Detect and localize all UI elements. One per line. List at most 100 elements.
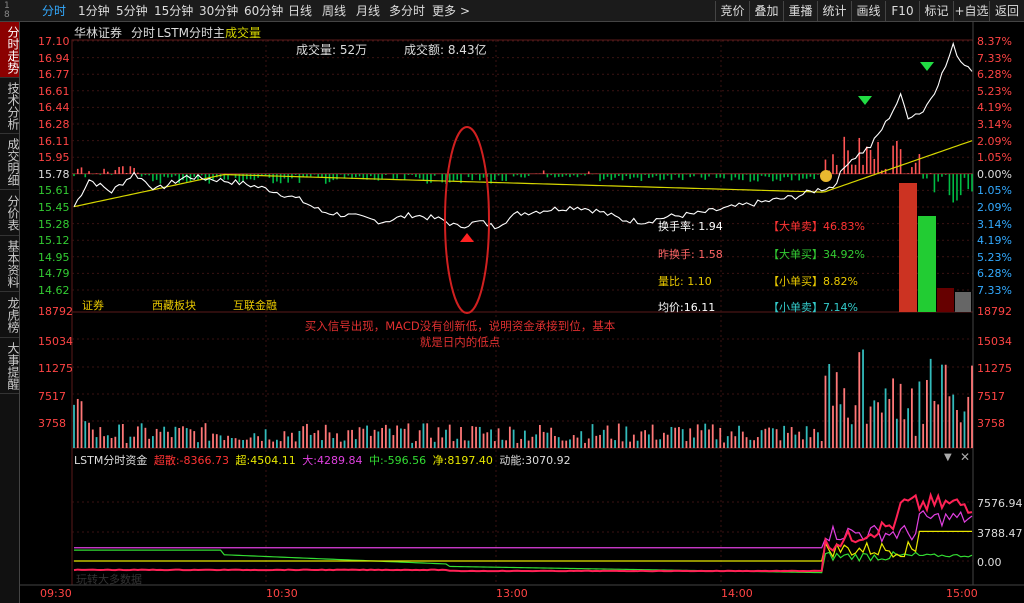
annotation-text: 买入信号出现，MACD没有创新低，说明资金承接到位，基本就是日内的低点 xyxy=(304,319,616,349)
mid-label: 中: xyxy=(368,454,384,467)
small-buy-stat: 【小单买】8.82% xyxy=(768,275,858,288)
percent-tick-4: 4.19% xyxy=(977,101,1012,115)
price-tick-2: 16.77 xyxy=(38,68,70,82)
fund-tick-0: 7576.94 xyxy=(977,497,1023,510)
turnover-stat: 换手率: 1.94 xyxy=(658,220,723,233)
volume-tick-left-3: 7517 xyxy=(38,390,66,403)
indicator-label: LSTM分时主 xyxy=(157,26,225,40)
fund-panel-frame xyxy=(71,447,974,586)
percent-tick-14: 6.28% xyxy=(977,267,1012,281)
volume-tick-left-4: 3758 xyxy=(38,417,66,430)
fund-panel-header: LSTM分时资金 超散:-8366.73 超:4504.11 大:4289.84… xyxy=(74,452,571,468)
chart-mode-label: 分时 xyxy=(131,26,156,40)
price-tick-7: 15.95 xyxy=(38,151,70,165)
mid-value: -596.56 xyxy=(383,454,427,467)
price-tick-4: 16.44 xyxy=(38,101,70,115)
fund-line-net xyxy=(73,491,973,573)
price-panel-frame xyxy=(71,39,974,313)
small-sell-stat: 【小单卖】7.14% xyxy=(768,301,858,314)
percent-tick-8: 0.00% xyxy=(977,167,1012,181)
percent-tick-9: 1.05% xyxy=(977,184,1012,198)
volume-tick-left-0: 18792 xyxy=(38,305,73,318)
volume-tick-right-3: 7517 xyxy=(977,390,1005,403)
percent-tick-0: 8.37% xyxy=(977,35,1012,48)
percent-tick-13: 5.23% xyxy=(977,250,1012,264)
price-tick-9: 15.61 xyxy=(38,184,70,198)
big-buy-stat: 【大单买】34.92% xyxy=(768,248,865,261)
watermark-text: 玩转大多数据 xyxy=(76,573,142,586)
price-tick-6: 16.11 xyxy=(38,134,70,148)
percent-tick-15: 7.33% xyxy=(977,284,1012,297)
time-tick-2: 13:00 xyxy=(496,587,528,600)
big-value: 4289.84 xyxy=(316,454,363,467)
big-buy-bar xyxy=(918,216,936,312)
time-tick-0: 09:30 xyxy=(40,587,72,600)
big-sell-bar xyxy=(899,183,917,312)
super-label: 超: xyxy=(235,454,251,467)
net-value: 8197.40 xyxy=(447,454,493,467)
dropdown-arrow-icon[interactable]: ▼ xyxy=(944,452,952,463)
fund-line-big xyxy=(74,510,973,549)
percent-tick-7: 1.05% xyxy=(977,151,1012,165)
price-tick-14: 14.79 xyxy=(38,267,70,281)
price-tick-15: 14.62 xyxy=(38,284,70,297)
small-buy-bar xyxy=(937,288,954,312)
app-window: 1 8 分时 1分钟 5分钟 15分钟 30分钟 60分钟 日线 周线 月线 多… xyxy=(0,0,1024,603)
stock-name: 华林证券 xyxy=(74,26,123,40)
sector-tag-tibet[interactable]: 西藏板块 xyxy=(152,297,196,313)
percent-tick-1: 7.33% xyxy=(977,51,1012,65)
sell-signal-marker xyxy=(858,96,872,105)
highlight-ellipse xyxy=(444,126,490,314)
price-tick-10: 15.45 xyxy=(38,201,70,214)
volume-tick-right-4: 3758 xyxy=(977,417,1005,430)
power-value: 3070.92 xyxy=(525,454,571,467)
volume-tick-left-2: 11275 xyxy=(38,362,73,375)
price-tick-5: 16.28 xyxy=(38,118,70,131)
big-label: 大: xyxy=(302,454,317,467)
small-sell-bar xyxy=(955,292,971,312)
power-label: 动能: xyxy=(499,454,526,467)
volume-ratio-stat: 量比: 1.10 xyxy=(658,275,712,288)
sell-signal-marker-2 xyxy=(920,62,934,71)
super-value: 4504.11 xyxy=(250,454,296,467)
buy-signal-marker xyxy=(460,233,474,242)
amount-summary: 成交额: 8.43亿 xyxy=(404,43,487,57)
price-tick-3: 16.61 xyxy=(38,84,70,98)
volume-tick-right-2: 11275 xyxy=(977,362,1012,375)
coin-icon xyxy=(820,170,832,182)
price-tick-0: 17.10 xyxy=(38,35,70,48)
fund-tick-1: 3788.47 xyxy=(977,527,1023,540)
prev-turnover-stat: 昨换手: 1.58 xyxy=(658,248,723,261)
price-tick-13: 14.95 xyxy=(38,250,70,264)
price-tick-8: 15.78 xyxy=(38,167,70,181)
fund-line-super xyxy=(74,530,972,562)
volume-tick-right-1: 15034 xyxy=(977,335,1012,348)
percent-tick-12: 4.19% xyxy=(977,234,1012,248)
sector-tag-securities[interactable]: 证券 xyxy=(82,297,104,313)
big-sell-stat: 【大单卖】46.83% xyxy=(768,220,865,233)
close-icon[interactable]: ✕ xyxy=(960,450,970,464)
price-line xyxy=(73,41,973,230)
net-label: 净: xyxy=(432,454,448,467)
fund-panel-title: LSTM分时资金 xyxy=(74,454,148,467)
price-tick-1: 16.94 xyxy=(38,51,70,65)
fund-tick-2: 0.00 xyxy=(977,556,1002,569)
percent-tick-10: 2.09% xyxy=(977,201,1012,214)
volume-tick-right-0: 18792 xyxy=(977,305,1012,318)
percent-tick-5: 3.14% xyxy=(977,118,1012,131)
volume-summary: 成交量: 52万 xyxy=(296,43,368,57)
percent-tick-3: 5.23% xyxy=(977,84,1012,98)
volume-tick-left-1: 15034 xyxy=(38,335,73,348)
time-tick-1: 10:30 xyxy=(266,587,298,600)
percent-tick-2: 6.28% xyxy=(977,68,1012,82)
volume-label: 成交量 xyxy=(225,26,262,40)
price-tick-12: 15.12 xyxy=(38,234,70,248)
avg-price-stat: 均价:16.11 xyxy=(658,301,716,314)
time-tick-4: 15:00 xyxy=(946,587,978,600)
percent-tick-11: 3.14% xyxy=(977,217,1012,231)
time-tick-3: 14:00 xyxy=(721,587,753,600)
sector-tag-internet-finance[interactable]: 互联金融 xyxy=(233,297,277,313)
super-retail-value: -8366.73 xyxy=(179,454,230,467)
percent-tick-6: 2.09% xyxy=(977,134,1012,148)
price-tick-11: 15.28 xyxy=(38,217,70,231)
